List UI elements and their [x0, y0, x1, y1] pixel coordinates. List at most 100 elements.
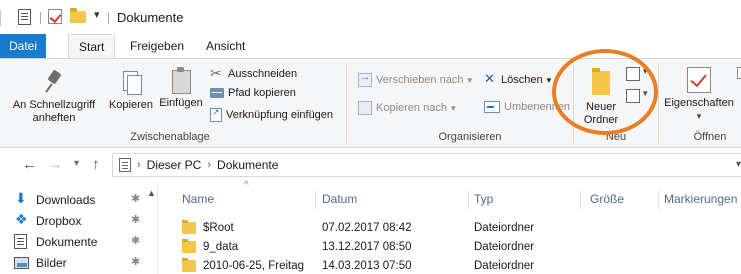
new-folder-label: Neuer Ordner [583, 101, 619, 126]
window-title: Dokumente [117, 10, 184, 25]
delete-button[interactable]: Löschen ▾ [484, 71, 552, 87]
tab-datei[interactable]: Datei [0, 34, 46, 58]
table-row[interactable]: 9_data 13.12.2017 08:50 Dateiordner [160, 238, 741, 258]
column-header-tags[interactable]: Markierungen [664, 192, 737, 206]
file-type: Dateiordner [474, 260, 535, 272]
column-divider[interactable] [658, 189, 659, 211]
column-header-type[interactable]: Typ [474, 192, 493, 206]
sidebar-item-bilder[interactable]: Bilder ✱ [14, 252, 155, 273]
breadcrumb-dokumente[interactable]: Dokumente [217, 158, 278, 172]
documents-icon [14, 234, 27, 249]
cut-label: Ausschneiden [228, 68, 298, 80]
column-header-date[interactable]: Datum [322, 192, 357, 206]
breadcrumb-dieser-pc[interactable]: Dieser PC [147, 158, 202, 172]
chevron-down-icon: ▾ [546, 74, 552, 85]
column-divider[interactable] [468, 189, 469, 211]
window-edge [0, 10, 4, 26]
rename-button[interactable]: Umbenennen [484, 101, 570, 113]
table-row[interactable]: 2010-06-25, Freitag 14.03.2013 07:50 Dat… [160, 257, 741, 274]
up-arrow-icon[interactable]: ↑ [92, 156, 100, 173]
column-header-name[interactable]: Name [182, 192, 214, 206]
file-type: Dateiordner [474, 222, 535, 234]
new-group-label: Neu [605, 131, 627, 143]
properties-button[interactable]: Eigenschaften ▾ [660, 67, 738, 123]
properties-icon [687, 67, 711, 93]
table-row[interactable]: $Root 07.02.2017 08:42 Dateiordner [160, 219, 741, 239]
pin-quick-access-label: An Schnellzugriff anheften [12, 99, 96, 124]
folder-icon [182, 220, 196, 234]
address-history-icon[interactable]: ▾ [736, 159, 741, 170]
scroll-up-icon[interactable]: ▲ [147, 188, 156, 198]
copy-path-button[interactable]: Pfad kopieren [210, 87, 296, 99]
chevron-down-icon: ▾ [696, 111, 702, 121]
move-to-button[interactable]: Verschieben nach ▾ [358, 72, 472, 87]
toolbar-divider [40, 12, 41, 24]
delete-label: Löschen [501, 74, 543, 86]
open-group-label: Öffnen [693, 131, 727, 143]
new-folder-quick-icon[interactable] [70, 8, 86, 23]
organize-group-label: Organisieren [438, 131, 502, 143]
clipboard-group-label: Zwischenablage [130, 131, 210, 143]
sidebar-item-label: Downloads [36, 192, 96, 207]
file-list: Name ^ Datum Typ Größe Markierungen $Roo… [160, 180, 741, 274]
breadcrumb-separator: › [207, 159, 212, 171]
toolbar-divider [108, 12, 109, 24]
column-divider[interactable] [580, 189, 581, 211]
address-field[interactable]: › Dieser PC › Dokumente ▾ [112, 153, 741, 177]
paste-shortcut-label: Verknüpfung einfügen [226, 109, 334, 121]
file-name: 2010-06-25, Freitag [203, 260, 305, 272]
column-divider[interactable] [315, 189, 316, 211]
forward-arrow-icon[interactable]: → [48, 156, 63, 173]
column-header-label: Markierungen [664, 192, 738, 206]
paste-button[interactable]: Einfügen [156, 67, 206, 110]
sidebar-item-downloads[interactable]: Downloads ✱ [14, 189, 155, 210]
easy-access-icon[interactable] [626, 88, 648, 103]
back-arrow-icon[interactable]: ← [22, 156, 37, 173]
navigation-pane: Downloads ✱ Dropbox ✱ Dokumente ✱ Bilder… [0, 183, 155, 274]
sidebar-item-dokumente[interactable]: Dokumente ✱ [14, 231, 155, 252]
paste-shortcut-button[interactable]: Verknüpfung einfügen [210, 107, 334, 122]
properties-label: Eigenschaften [664, 97, 734, 109]
chevron-down-icon: ▾ [450, 102, 456, 113]
file-type: Dateiordner [474, 241, 535, 253]
paste-label: Einfügen [159, 97, 203, 109]
recent-locations-icon[interactable]: ▾ [74, 158, 79, 169]
copy-button[interactable]: Kopieren [106, 69, 156, 112]
download-icon [14, 190, 30, 207]
scissors-icon [210, 65, 224, 82]
cut-button[interactable]: Ausschneiden [210, 65, 298, 82]
new-folder-icon [590, 67, 612, 97]
new-folder-button[interactable]: Neuer Ordner [578, 67, 624, 127]
properties-quick-icon[interactable] [48, 9, 62, 24]
sidebar-item-label: Dropbox [36, 213, 82, 228]
copy-label: Kopieren [108, 99, 154, 111]
copy-to-button[interactable]: Kopieren nach ▾ [358, 101, 455, 115]
column-header-label: Name [182, 192, 215, 206]
quick-access-dropdown-icon[interactable]: ▾ [94, 8, 100, 21]
file-name: $Root [203, 222, 234, 234]
folder-icon [182, 258, 196, 272]
tab-freigeben[interactable]: Freigeben [120, 34, 194, 58]
column-header-size[interactable]: Größe [590, 192, 624, 206]
pin-icon [43, 69, 65, 95]
new-item-icon[interactable] [626, 66, 648, 81]
ribbon-tabs: Datei Start Freigeben Ansicht [0, 34, 741, 59]
copy-to-icon [358, 101, 372, 115]
sidebar-item-label: Dokumente [36, 234, 98, 249]
tab-start[interactable]: Start [68, 34, 116, 59]
pictures-icon [14, 256, 29, 269]
file-date: 07.02.2017 08:42 [322, 222, 412, 234]
pin-quick-access-button[interactable]: An Schnellzugriff anheften [4, 69, 104, 125]
sidebar-item-dropbox[interactable]: Dropbox ✱ [14, 210, 155, 231]
path-icon [210, 88, 224, 98]
open-icon[interactable] [737, 67, 741, 79]
tab-ansicht[interactable]: Ansicht [196, 34, 255, 58]
sort-ascending-icon: ^ [244, 180, 249, 191]
move-to-label: Verschieben nach [376, 74, 464, 86]
group-divider [573, 65, 574, 143]
move-icon [358, 72, 372, 87]
folder-icon [182, 239, 196, 253]
this-pc-icon [119, 158, 131, 172]
file-name: 9_data [203, 241, 239, 253]
sidebar-item-label: Bilder [36, 255, 67, 270]
